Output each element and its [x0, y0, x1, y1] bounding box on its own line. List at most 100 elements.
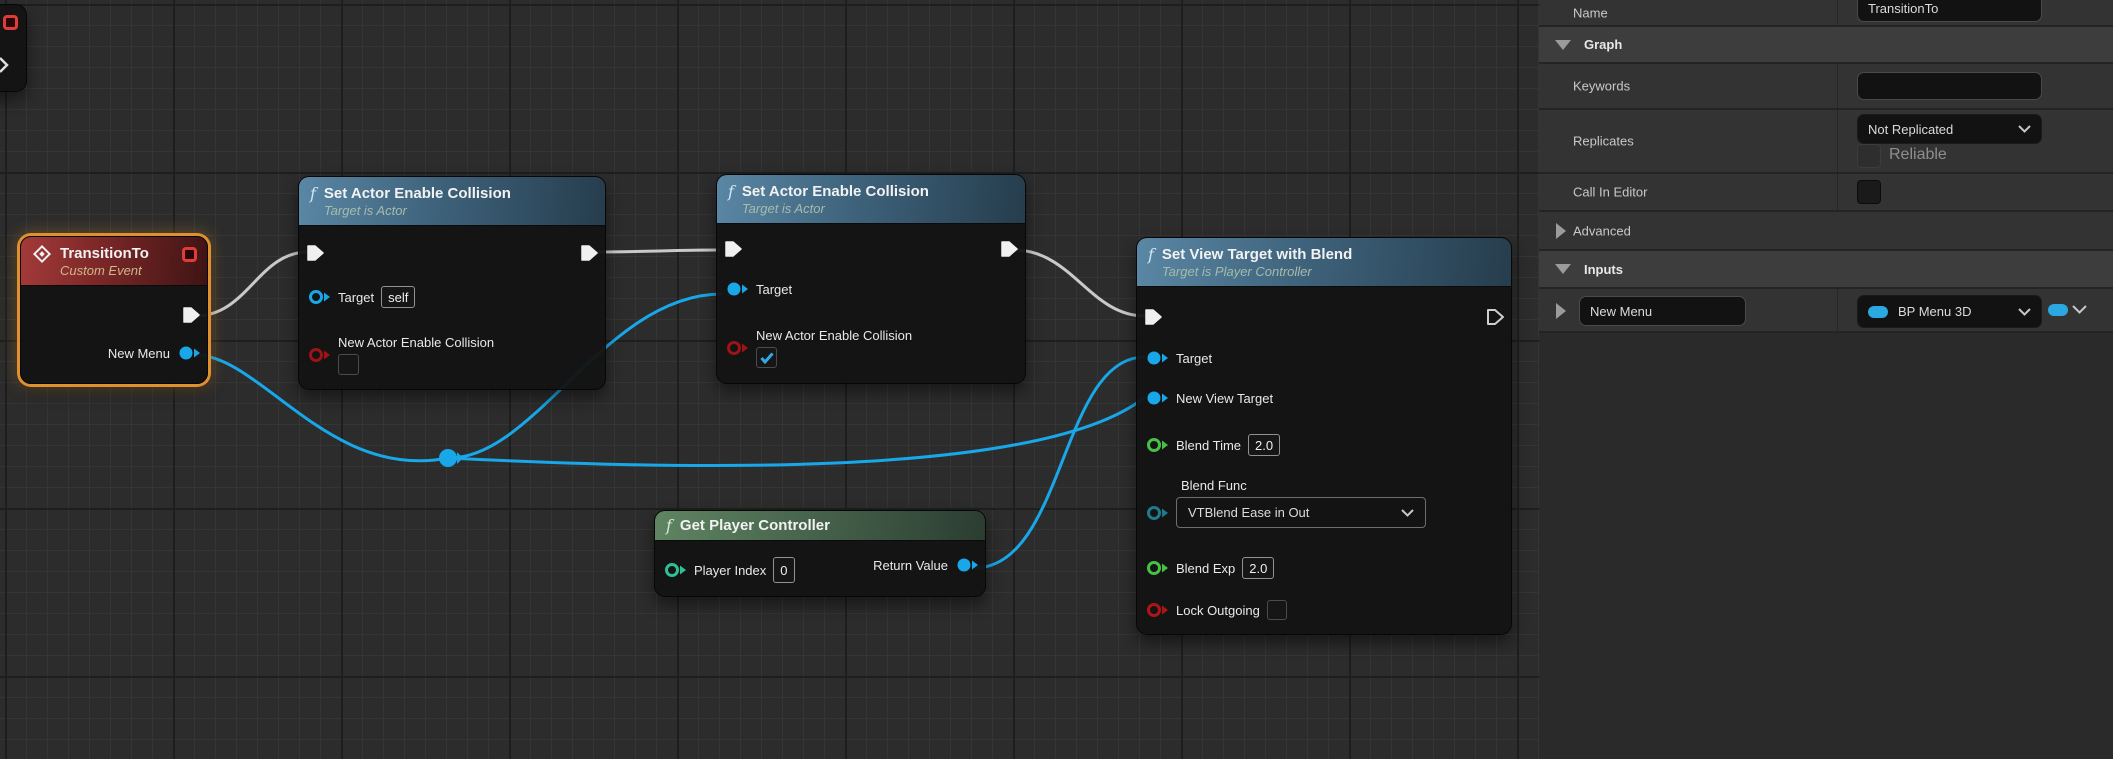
blend-time-field[interactable]: 2.0: [1248, 434, 1281, 456]
chevron-down-icon: [1401, 508, 1414, 517]
pin-label: Blend Time: [1176, 437, 1242, 453]
chevron-down-icon[interactable]: [2072, 305, 2087, 314]
collision-checkbox[interactable]: [338, 354, 359, 375]
object-pin-icon[interactable]: [177, 345, 201, 361]
panel-empty-area: [1539, 333, 2113, 759]
node-transition-to[interactable]: TransitionTo Custom Event New Menu: [20, 236, 208, 384]
int-pin-icon[interactable]: [663, 562, 687, 578]
input-type-dropdown[interactable]: BP Menu 3D: [1857, 295, 2042, 328]
blend-exp-field[interactable]: 2.0: [1242, 557, 1275, 579]
expand-arrow-icon[interactable]: [1556, 223, 1566, 239]
advanced-row[interactable]: Advanced: [1539, 212, 2113, 249]
name-row: Name: [1539, 0, 2113, 25]
function-icon: f: [666, 516, 672, 535]
collapse-arrow-icon[interactable]: [1555, 39, 1571, 50]
exec-in-pin-icon[interactable]: [1143, 307, 1163, 327]
node-title: Get Player Controller: [679, 517, 830, 534]
pin-label: Target: [756, 281, 793, 297]
bool-pin-icon[interactable]: [307, 347, 331, 363]
expand-arrow-icon[interactable]: [1556, 303, 1566, 319]
node-header: f Get Player Controller: [655, 511, 985, 541]
node-subtitle: Target is Player Controller: [1161, 264, 1312, 279]
object-type-pin-icon: [1868, 305, 1888, 318]
blueprint-graph-canvas[interactable]: TransitionTo Custom Event New Menu f Set…: [0, 0, 1539, 759]
pin-label: Target: [1176, 350, 1213, 366]
details-panel: Name Graph Keywords Replicates Not Repli…: [1539, 0, 2113, 759]
collapse-arrow-icon[interactable]: [1555, 264, 1571, 274]
node-title: Set View Target with Blend: [1161, 246, 1353, 263]
exec-in-row: [305, 243, 325, 263]
keywords-input[interactable]: [1857, 72, 2042, 100]
node-set-actor-enable-collision-1[interactable]: f Set Actor Enable Collision Target is A…: [298, 176, 606, 390]
target-row: Target: [725, 281, 792, 297]
replicates-label: Replicates: [1573, 133, 1634, 149]
bool-pin-icon[interactable]: [725, 340, 749, 356]
call-in-editor-label: Call In Editor: [1573, 184, 1648, 200]
replicates-dropdown[interactable]: Not Replicated: [1857, 114, 2042, 144]
lock-outgoing-checkbox[interactable]: [1266, 600, 1287, 620]
pin-label: New Actor Enable Collision: [756, 328, 913, 343]
exec-out-pin-icon[interactable]: [579, 243, 599, 263]
dropdown-value: Not Replicated: [1868, 121, 1954, 137]
float-pin-icon[interactable]: [1145, 560, 1169, 576]
chevron-down-icon: [2018, 125, 2031, 133]
keywords-label: Keywords: [1573, 78, 1631, 94]
pin-label: Blend Exp: [1176, 560, 1236, 576]
enum-pin-icon[interactable]: [1145, 505, 1169, 521]
object-pin-icon[interactable]: [725, 281, 749, 297]
float-pin-icon[interactable]: [1145, 437, 1169, 453]
new-menu-row: New Menu: [108, 345, 201, 361]
node-get-player-controller[interactable]: f Get Player Controller Player Index 0 R…: [654, 510, 986, 597]
graph-section-header[interactable]: Graph: [1539, 27, 2113, 62]
exec-in-pin-icon[interactable]: [305, 243, 325, 263]
inputs-section-header[interactable]: Inputs: [1539, 251, 2113, 287]
pin-label: New Menu: [107, 345, 170, 361]
blend-func-dropdown[interactable]: VTBlend Ease in Out: [1176, 497, 1426, 528]
function-icon: f: [1148, 245, 1154, 264]
exec-pin-icon[interactable]: [0, 57, 9, 73]
clipped-node[interactable]: [0, 4, 27, 92]
bool-pin-icon[interactable]: [1145, 602, 1169, 618]
bool-pin-row: New Actor Enable Collision: [725, 328, 912, 369]
exec-out-pin-icon-unconnected[interactable]: [1485, 307, 1505, 327]
object-pin-icon[interactable]: [1145, 390, 1169, 406]
pin-label: Target: [338, 289, 375, 305]
node-header: f Set Actor Enable Collision Target is A…: [299, 177, 605, 226]
chevron-down-icon: [2018, 307, 2031, 316]
exec-wire: [194, 250, 309, 318]
new-view-target-row: New View Target: [1145, 390, 1273, 406]
node-header: TransitionTo Custom Event: [21, 237, 207, 286]
return-value-row: Return Value: [873, 557, 979, 573]
collision-checkbox-checked[interactable]: [756, 347, 777, 368]
pin-label: Blend Func: [1181, 478, 1247, 493]
exec-wire: [594, 248, 721, 254]
call-in-editor-checkbox[interactable]: [1857, 180, 1881, 204]
reroute-node[interactable]: [439, 449, 463, 467]
name-input[interactable]: [1857, 0, 2042, 22]
node-set-actor-enable-collision-2[interactable]: f Set Actor Enable Collision Target is A…: [716, 174, 1026, 384]
reliable-checkbox[interactable]: [1857, 144, 1881, 168]
exec-in-pin-icon[interactable]: [723, 239, 743, 259]
event-delegate-icon: [3, 15, 18, 30]
blend-exp-row: Blend Exp 2.0: [1145, 557, 1275, 579]
object-pin-icon[interactable]: [307, 289, 331, 305]
node-header: f Set Actor Enable Collision Target is A…: [717, 175, 1025, 224]
player-index-row: Player Index 0: [663, 557, 795, 583]
input-name-field[interactable]: [1579, 296, 1746, 326]
event-bind-icon[interactable]: [182, 247, 197, 262]
dropdown-value: VTBlend Ease in Out: [1188, 505, 1310, 520]
object-pin-icon[interactable]: [955, 557, 979, 573]
object-pin-icon[interactable]: [1145, 350, 1169, 366]
reliable-label: Reliable: [1889, 146, 1947, 163]
exec-out-pin-icon[interactable]: [181, 305, 201, 325]
object-wire: [447, 395, 1146, 468]
target-value-field[interactable]: self: [381, 286, 416, 308]
node-subtitle: Custom Event: [60, 263, 142, 278]
container-type-icon[interactable]: [2048, 304, 2068, 316]
exec-out-row: [181, 305, 201, 325]
player-index-field[interactable]: 0: [773, 557, 795, 583]
checkmark-icon: [759, 352, 774, 364]
node-set-view-target-with-blend[interactable]: f Set View Target with Blend Target is P…: [1136, 237, 1512, 635]
exec-out-pin-icon[interactable]: [999, 239, 1019, 259]
pin-label: New Actor Enable Collision: [338, 335, 495, 350]
